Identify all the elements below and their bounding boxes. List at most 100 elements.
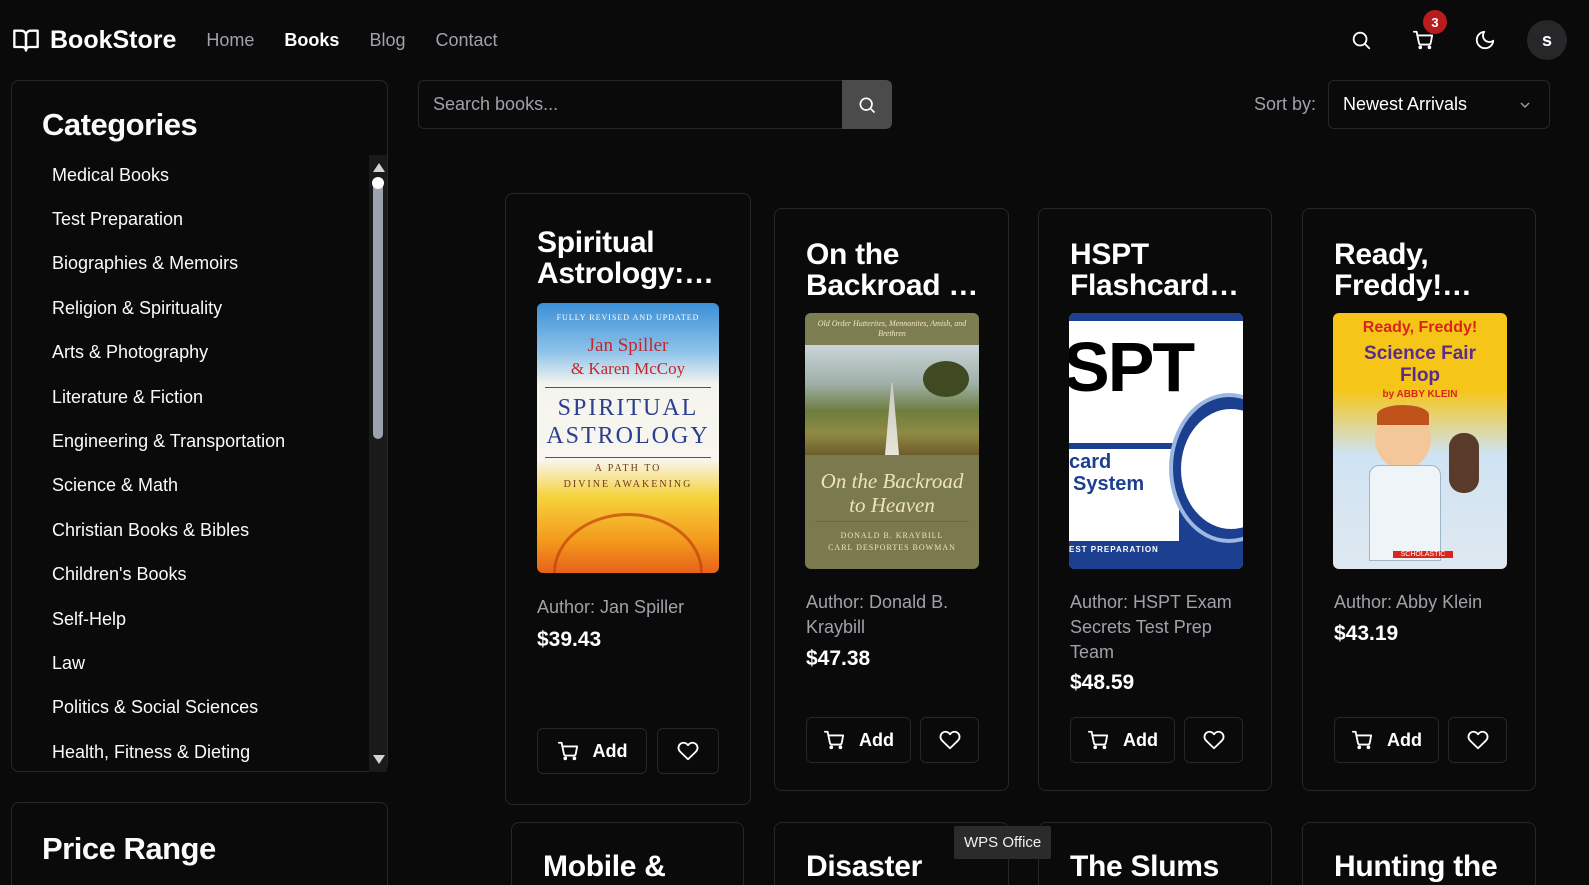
search-icon	[1352, 31, 1371, 50]
wishlist-button[interactable]	[920, 717, 979, 763]
cart-count-badge: 3	[1423, 10, 1447, 34]
cover-text: EST PREPARATION	[1069, 545, 1159, 554]
search-submit-button[interactable]	[842, 80, 892, 129]
cover-text: SPIRITUAL	[557, 395, 699, 421]
shopping-cart-icon	[1351, 730, 1373, 750]
category-item[interactable]: Biographies & Memoirs	[52, 242, 285, 286]
cover-text: card	[1069, 451, 1112, 473]
sort-value: Newest Arrivals	[1343, 94, 1468, 114]
book-card[interactable]: The Slums	[1038, 822, 1272, 885]
category-item[interactable]: Test Preparation	[52, 197, 285, 241]
add-to-cart-button[interactable]: Add	[537, 728, 647, 774]
cover-text: Ready, Freddy!	[1362, 319, 1478, 336]
cover-text: A PATH TO	[594, 463, 662, 474]
nav-home[interactable]: Home	[206, 30, 254, 51]
book-author: Author: Abby Klein	[1334, 592, 1483, 612]
book-card[interactable]: Spiritual Astrology:… FULLY REVISED AND …	[505, 193, 751, 805]
wishlist-button[interactable]	[1448, 717, 1507, 763]
book-author: Author: Donald B. Kraybill	[806, 592, 949, 637]
nav-blog[interactable]: Blog	[369, 30, 405, 51]
cover-text: Flop	[1399, 365, 1441, 386]
wishlist-button[interactable]	[1184, 717, 1243, 763]
book-title[interactable]: Ready, Freddy!…	[1334, 239, 1514, 301]
user-avatar[interactable]: s	[1527, 20, 1567, 60]
scroll-up-arrow-icon[interactable]	[373, 163, 385, 172]
book-price: $47.38	[806, 647, 871, 670]
cart-button[interactable]: 3	[1403, 10, 1447, 60]
price-range-panel: Price Range	[11, 802, 388, 885]
shopping-cart-icon	[557, 741, 578, 761]
category-item[interactable]: Science & Math	[52, 464, 285, 508]
book-cover-image[interactable]: Ready, Freddy! Science Fair Flop by ABBY…	[1333, 313, 1507, 569]
nav-books[interactable]: Books	[284, 30, 339, 51]
book-cover-image[interactable]: FULLY REVISED AND UPDATED Jan Spiller & …	[537, 303, 719, 573]
shopping-cart-icon	[823, 730, 845, 750]
book-title[interactable]: The Slums	[1070, 851, 1260, 885]
category-item[interactable]: Religion & Spirituality	[52, 286, 285, 330]
book-title[interactable]: Spiritual Astrology:…	[537, 227, 727, 291]
add-label: Add	[1387, 729, 1422, 750]
heart-icon	[1467, 730, 1488, 750]
category-item[interactable]: Children's Books	[52, 553, 285, 597]
scroll-down-arrow-icon[interactable]	[373, 755, 385, 764]
book-cover-image[interactable]: SPT card System EST PREPARATION	[1069, 313, 1243, 569]
book-title[interactable]: Hunting the	[1334, 851, 1524, 885]
book-author: Author: Jan Spiller	[537, 597, 685, 617]
main-nav: Home Books Blog Contact	[206, 30, 497, 51]
cover-text: Jan Spiller	[587, 335, 669, 356]
book-card[interactable]: Mobile &	[511, 822, 744, 885]
book-cover-image[interactable]: Old Order Hutterites, Mennonites, Amish,…	[805, 313, 979, 569]
cover-text: CARL DESPORTES BOWMAN	[828, 543, 956, 552]
wishlist-button[interactable]	[657, 728, 719, 774]
search-bar	[418, 80, 892, 129]
search-input[interactable]	[418, 80, 842, 129]
book-card[interactable]: Ready, Freddy!… Ready, Freddy! Science F…	[1302, 208, 1536, 791]
add-to-cart-button[interactable]: Add	[1070, 717, 1175, 763]
category-item[interactable]: Literature & Fiction	[52, 375, 285, 419]
category-item[interactable]: Engineering & Transportation	[52, 419, 285, 463]
book-card[interactable]: HSPT Flashcard… SPT card System EST PREP…	[1038, 208, 1272, 791]
add-label: Add	[1123, 729, 1158, 750]
category-item[interactable]: Politics & Social Sciences	[52, 686, 285, 730]
book-price: $39.43	[537, 628, 602, 651]
cover-text: & Karen McCoy	[570, 359, 686, 378]
category-item[interactable]: Arts & Photography	[52, 331, 285, 375]
theme-toggle-button[interactable]	[1465, 20, 1505, 60]
cover-text: FULLY REVISED AND UPDATED	[556, 313, 700, 322]
taskbar-tooltip: WPS Office	[954, 826, 1052, 859]
book-card[interactable]: On the Backroad … Old Order Hutterites, …	[774, 208, 1009, 791]
cover-text: by ABBY KLEIN	[1382, 389, 1458, 400]
category-item[interactable]: Medical Books	[52, 153, 285, 197]
cover-text: SCHOLASTIC	[1393, 551, 1453, 558]
book-title[interactable]: On the Backroad …	[806, 239, 986, 301]
scrollbar-handle[interactable]	[372, 177, 384, 189]
price-range-title: Price Range	[42, 831, 216, 866]
category-item[interactable]: Christian Books & Bibles	[52, 508, 285, 552]
add-to-cart-button[interactable]: Add	[806, 717, 911, 763]
header-actions: 3 s	[1341, 10, 1567, 60]
book-title[interactable]: HSPT Flashcard…	[1070, 239, 1250, 301]
brand-name: BookStore	[50, 25, 177, 54]
scrollbar-thumb[interactable]	[373, 179, 383, 439]
top-header: BookStore Home Books Blog Contact 3 s	[0, 0, 1589, 80]
heart-icon	[677, 741, 699, 761]
category-scrollbar[interactable]	[369, 155, 387, 772]
nav-contact[interactable]: Contact	[435, 30, 497, 51]
category-item[interactable]: Health, Fitness & Dieting	[52, 730, 285, 774]
add-label: Add	[592, 740, 628, 761]
category-list: Medical Books Test Preparation Biographi…	[52, 153, 285, 774]
add-to-cart-button[interactable]: Add	[1334, 717, 1439, 763]
search-button[interactable]	[1341, 20, 1381, 60]
sort-select[interactable]: Newest Arrivals	[1328, 80, 1550, 129]
cover-text: On the Backroad	[820, 469, 964, 493]
heart-icon	[939, 730, 960, 750]
cover-text: Old Order Hutterites, Mennonites, Amish,…	[817, 319, 967, 338]
book-title[interactable]: Mobile &	[543, 851, 733, 885]
heart-icon	[1203, 730, 1224, 750]
categories-title: Categories	[42, 107, 198, 142]
category-item[interactable]: Law	[52, 641, 285, 685]
cover-text: DIVINE AWAKENING	[563, 479, 693, 490]
brand-logo[interactable]: BookStore	[12, 26, 176, 55]
book-card[interactable]: Hunting the	[1302, 822, 1536, 885]
category-item[interactable]: Self-Help	[52, 597, 285, 641]
